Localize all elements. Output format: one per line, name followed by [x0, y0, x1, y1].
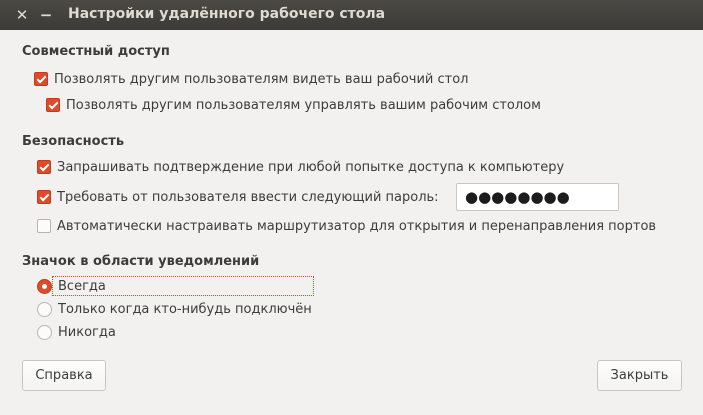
allow-view-checkbox[interactable] — [34, 72, 48, 86]
sharing-section-title: Совместный доступ — [22, 44, 170, 59]
radio-label-never: Никогда — [58, 324, 116, 340]
confirm-access-checkbox-row[interactable]: Запрашивать подтверждение при любой попы… — [37, 157, 564, 177]
minimize-window-icon[interactable]: − — [36, 5, 56, 25]
allow-control-checkbox-row[interactable]: Позволять другим пользователям управлять… — [46, 95, 541, 115]
require-password-label: Требовать от пользователя ввести следующ… — [57, 189, 439, 205]
auto-router-checkbox[interactable] — [37, 219, 51, 233]
confirm-access-checkbox[interactable] — [37, 160, 51, 174]
radio-option-never[interactable]: Никогда — [37, 322, 116, 342]
radio-label-always: Всегда — [58, 278, 106, 294]
close-window-icon[interactable]: ✕ — [12, 5, 32, 25]
remote-desktop-preferences-window: ✕ − Настройки удалённого рабочего стола … — [0, 0, 703, 415]
require-password-checkbox-row[interactable]: Требовать от пользователя ввести следующ… — [37, 187, 439, 207]
close-button[interactable]: Закрыть — [597, 360, 682, 391]
window-title: Настройки удалённого рабочего стола — [68, 6, 386, 22]
allow-control-label: Позволять другим пользователям управлять… — [66, 97, 541, 113]
radio-button-when-connected[interactable] — [37, 301, 52, 317]
confirm-access-label: Запрашивать подтверждение при любой попы… — [57, 159, 565, 175]
password-field[interactable] — [456, 183, 619, 211]
radio-button-always[interactable] — [37, 278, 52, 294]
allow-control-checkbox[interactable] — [46, 98, 60, 112]
allow-view-checkbox-row[interactable]: Позволять другим пользователям видеть ва… — [34, 69, 468, 89]
require-password-checkbox[interactable] — [37, 190, 51, 204]
help-button[interactable]: Справка — [22, 360, 106, 391]
auto-router-label: Автоматически настраивать маршрутизатор … — [57, 218, 657, 234]
title-bar: ✕ − Настройки удалённого рабочего стола — [0, 0, 703, 30]
security-section-title: Безопасность — [22, 134, 125, 149]
allow-view-label: Позволять другим пользователям видеть ва… — [54, 71, 469, 87]
notification-icon-section-title: Значок в области уведомлений — [22, 254, 260, 269]
radio-button-never[interactable] — [37, 324, 52, 340]
auto-router-checkbox-row[interactable]: Автоматически настраивать маршрутизатор … — [37, 216, 656, 236]
radio-label-when-connected: Только когда кто-нибудь подключён — [58, 301, 312, 317]
radio-option-always[interactable]: Всегда — [37, 276, 106, 296]
radio-option-when-connected[interactable]: Только когда кто-нибудь подключён — [37, 299, 312, 319]
